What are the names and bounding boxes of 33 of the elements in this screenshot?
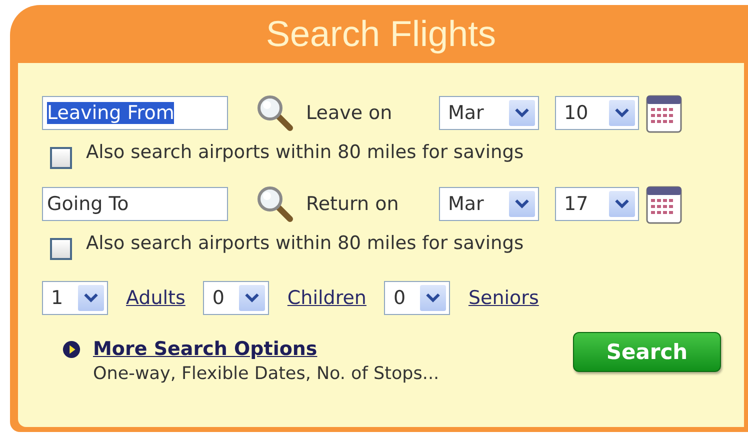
search-icon[interactable] xyxy=(255,93,295,133)
chevron-icon xyxy=(84,292,98,304)
more-options-link[interactable]: More Search Options xyxy=(93,338,318,360)
chevron-icon xyxy=(245,292,260,304)
count-select[interactable]: 0 xyxy=(384,281,450,315)
calendar-icon[interactable] xyxy=(646,93,682,133)
airport-field[interactable]: Going To xyxy=(42,187,228,221)
count-select[interactable]: 1 xyxy=(42,281,108,315)
calendar-icon[interactable] xyxy=(646,184,682,224)
checkbox-label: Also search airports within 80 miles for savings xyxy=(86,142,524,162)
month-select[interactable]: Mar xyxy=(439,96,539,130)
chevron-icon xyxy=(615,198,629,210)
chevron-icon xyxy=(426,292,440,304)
month-select[interactable]: Mar xyxy=(439,187,539,221)
passenger-link[interactable]: Seniors xyxy=(468,287,539,309)
date-label: Return on xyxy=(306,193,400,215)
passenger-link[interactable]: Children xyxy=(287,287,366,309)
search-icon[interactable] xyxy=(255,184,295,224)
passenger-link[interactable]: Adults xyxy=(126,287,186,309)
count-select[interactable]: 0 xyxy=(203,281,270,315)
airport-field[interactable]: Leaving From xyxy=(42,96,228,130)
chevron-icon xyxy=(615,107,629,119)
play-icon xyxy=(62,340,81,358)
date-label: Leave on xyxy=(306,102,394,124)
day-select[interactable]: 17 xyxy=(555,187,639,221)
card-title: Search Flights xyxy=(266,13,496,55)
nearby-checkbox[interactable] xyxy=(50,238,72,260)
options-description: One-way, Flexible Dates, No. of Stops... xyxy=(93,364,440,384)
checkbox-label: Also search airports within 80 miles for savings xyxy=(86,232,524,254)
day-select[interactable]: 10 xyxy=(555,96,639,130)
chevron-icon xyxy=(515,198,529,210)
chevron-icon xyxy=(515,107,529,119)
nearby-checkbox[interactable] xyxy=(50,147,72,169)
